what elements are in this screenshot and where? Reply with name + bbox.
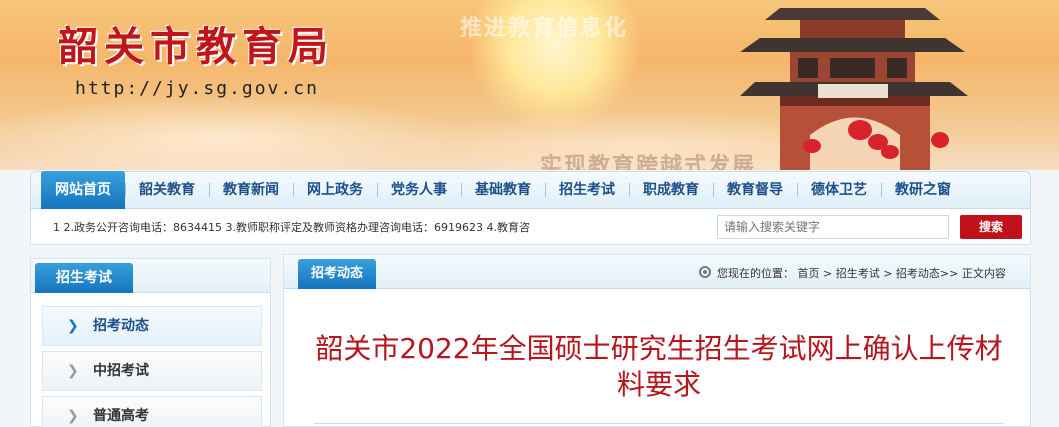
nav-item-enrollment-exams[interactable]: 招生考试: [545, 171, 629, 209]
tab-enrollment-news[interactable]: 招考动态: [298, 259, 376, 289]
nav-item-shaoguan-education[interactable]: 韶关教育: [125, 171, 209, 209]
nav-item-vocational-education[interactable]: 职成教育: [629, 171, 713, 209]
search-input[interactable]: [717, 215, 949, 239]
banner-slogan-top: 推进教育信息化: [460, 15, 629, 41]
sidebar-heading: 招生考试: [35, 263, 133, 293]
sidebar-item-college-exam[interactable]: ❯ 普通高考: [42, 396, 262, 427]
main-content: 招考动态 您现在的位置： 首页 > 招生考试 > 招考动态>> 正文内容 韶关市…: [283, 254, 1031, 427]
banner-slogan-bottom: 实现教育跨越式发展: [540, 153, 757, 170]
search-button[interactable]: 搜索: [960, 215, 1022, 239]
sidebar-item-middle-school-exam[interactable]: ❯ 中招考试: [42, 351, 262, 391]
pavilion-tower-image: [740, 8, 968, 170]
nav-item-party-personnel[interactable]: 党务人事: [377, 171, 461, 209]
notice-ticker-text[interactable]: 1 2.政务公开咨询电话：8634415 3.教师职称评定及教师资格办理咨询电话…: [53, 219, 583, 235]
sidebar-item-enrollment-news[interactable]: ❯ 招考动态: [42, 306, 262, 346]
site-title[interactable]: 韶关市教育局: [58, 14, 334, 72]
sidebar-header: 招生考试: [31, 259, 270, 293]
chevron-right-icon: ❯: [67, 363, 79, 379]
site-url: http://jy.sg.gov.cn: [75, 78, 319, 99]
nav-item-home[interactable]: 网站首页: [41, 171, 125, 215]
sidebar: 招生考试 ❯ 招考动态 ❯ 中招考试 ❯ 普通高考: [30, 258, 271, 427]
nav-item-online-affairs[interactable]: 网上政务: [293, 171, 377, 209]
header-banner: 推进教育信息化 实现教育跨越式发展 韶关市教育局 http://jy.sg.go…: [0, 0, 1059, 170]
breadcrumb[interactable]: 您现在的位置： 首页 > 招生考试 > 招考动态>> 正文内容: [717, 265, 1006, 281]
nav-item-moral-sports-arts[interactable]: 德体卫艺: [797, 171, 881, 209]
nav-item-education-supervision[interactable]: 教育督导: [713, 171, 797, 209]
chevron-right-icon: ❯: [67, 318, 79, 334]
sidebar-item-label: 普通高考: [93, 408, 149, 424]
title-divider: [314, 423, 1004, 424]
main-navigation: 网站首页 韶关教育 教育新闻 网上政务 党务人事 基础教育 招生考试 职成教育 …: [30, 171, 1031, 215]
location-icon: [699, 266, 711, 278]
article-title: 韶关市2022年全国硕士研究生招生考试网上确认上传材料要求: [315, 332, 1003, 401]
nav-item-research-window[interactable]: 教研之窗: [881, 171, 965, 209]
main-header: 招考动态 您现在的位置： 首页 > 招生考试 > 招考动态>> 正文内容: [284, 255, 1030, 289]
sidebar-item-label: 中招考试: [93, 363, 149, 379]
sidebar-item-label: 招考动态: [93, 318, 149, 334]
nav-item-education-news[interactable]: 教育新闻: [209, 171, 293, 209]
nav-item-basic-education[interactable]: 基础教育: [461, 171, 545, 209]
notice-ticker-bar: 1 2.政务公开咨询电话：8634415 3.教师职称评定及教师资格办理咨询电话…: [30, 209, 1031, 245]
chevron-right-icon: ❯: [67, 408, 79, 424]
